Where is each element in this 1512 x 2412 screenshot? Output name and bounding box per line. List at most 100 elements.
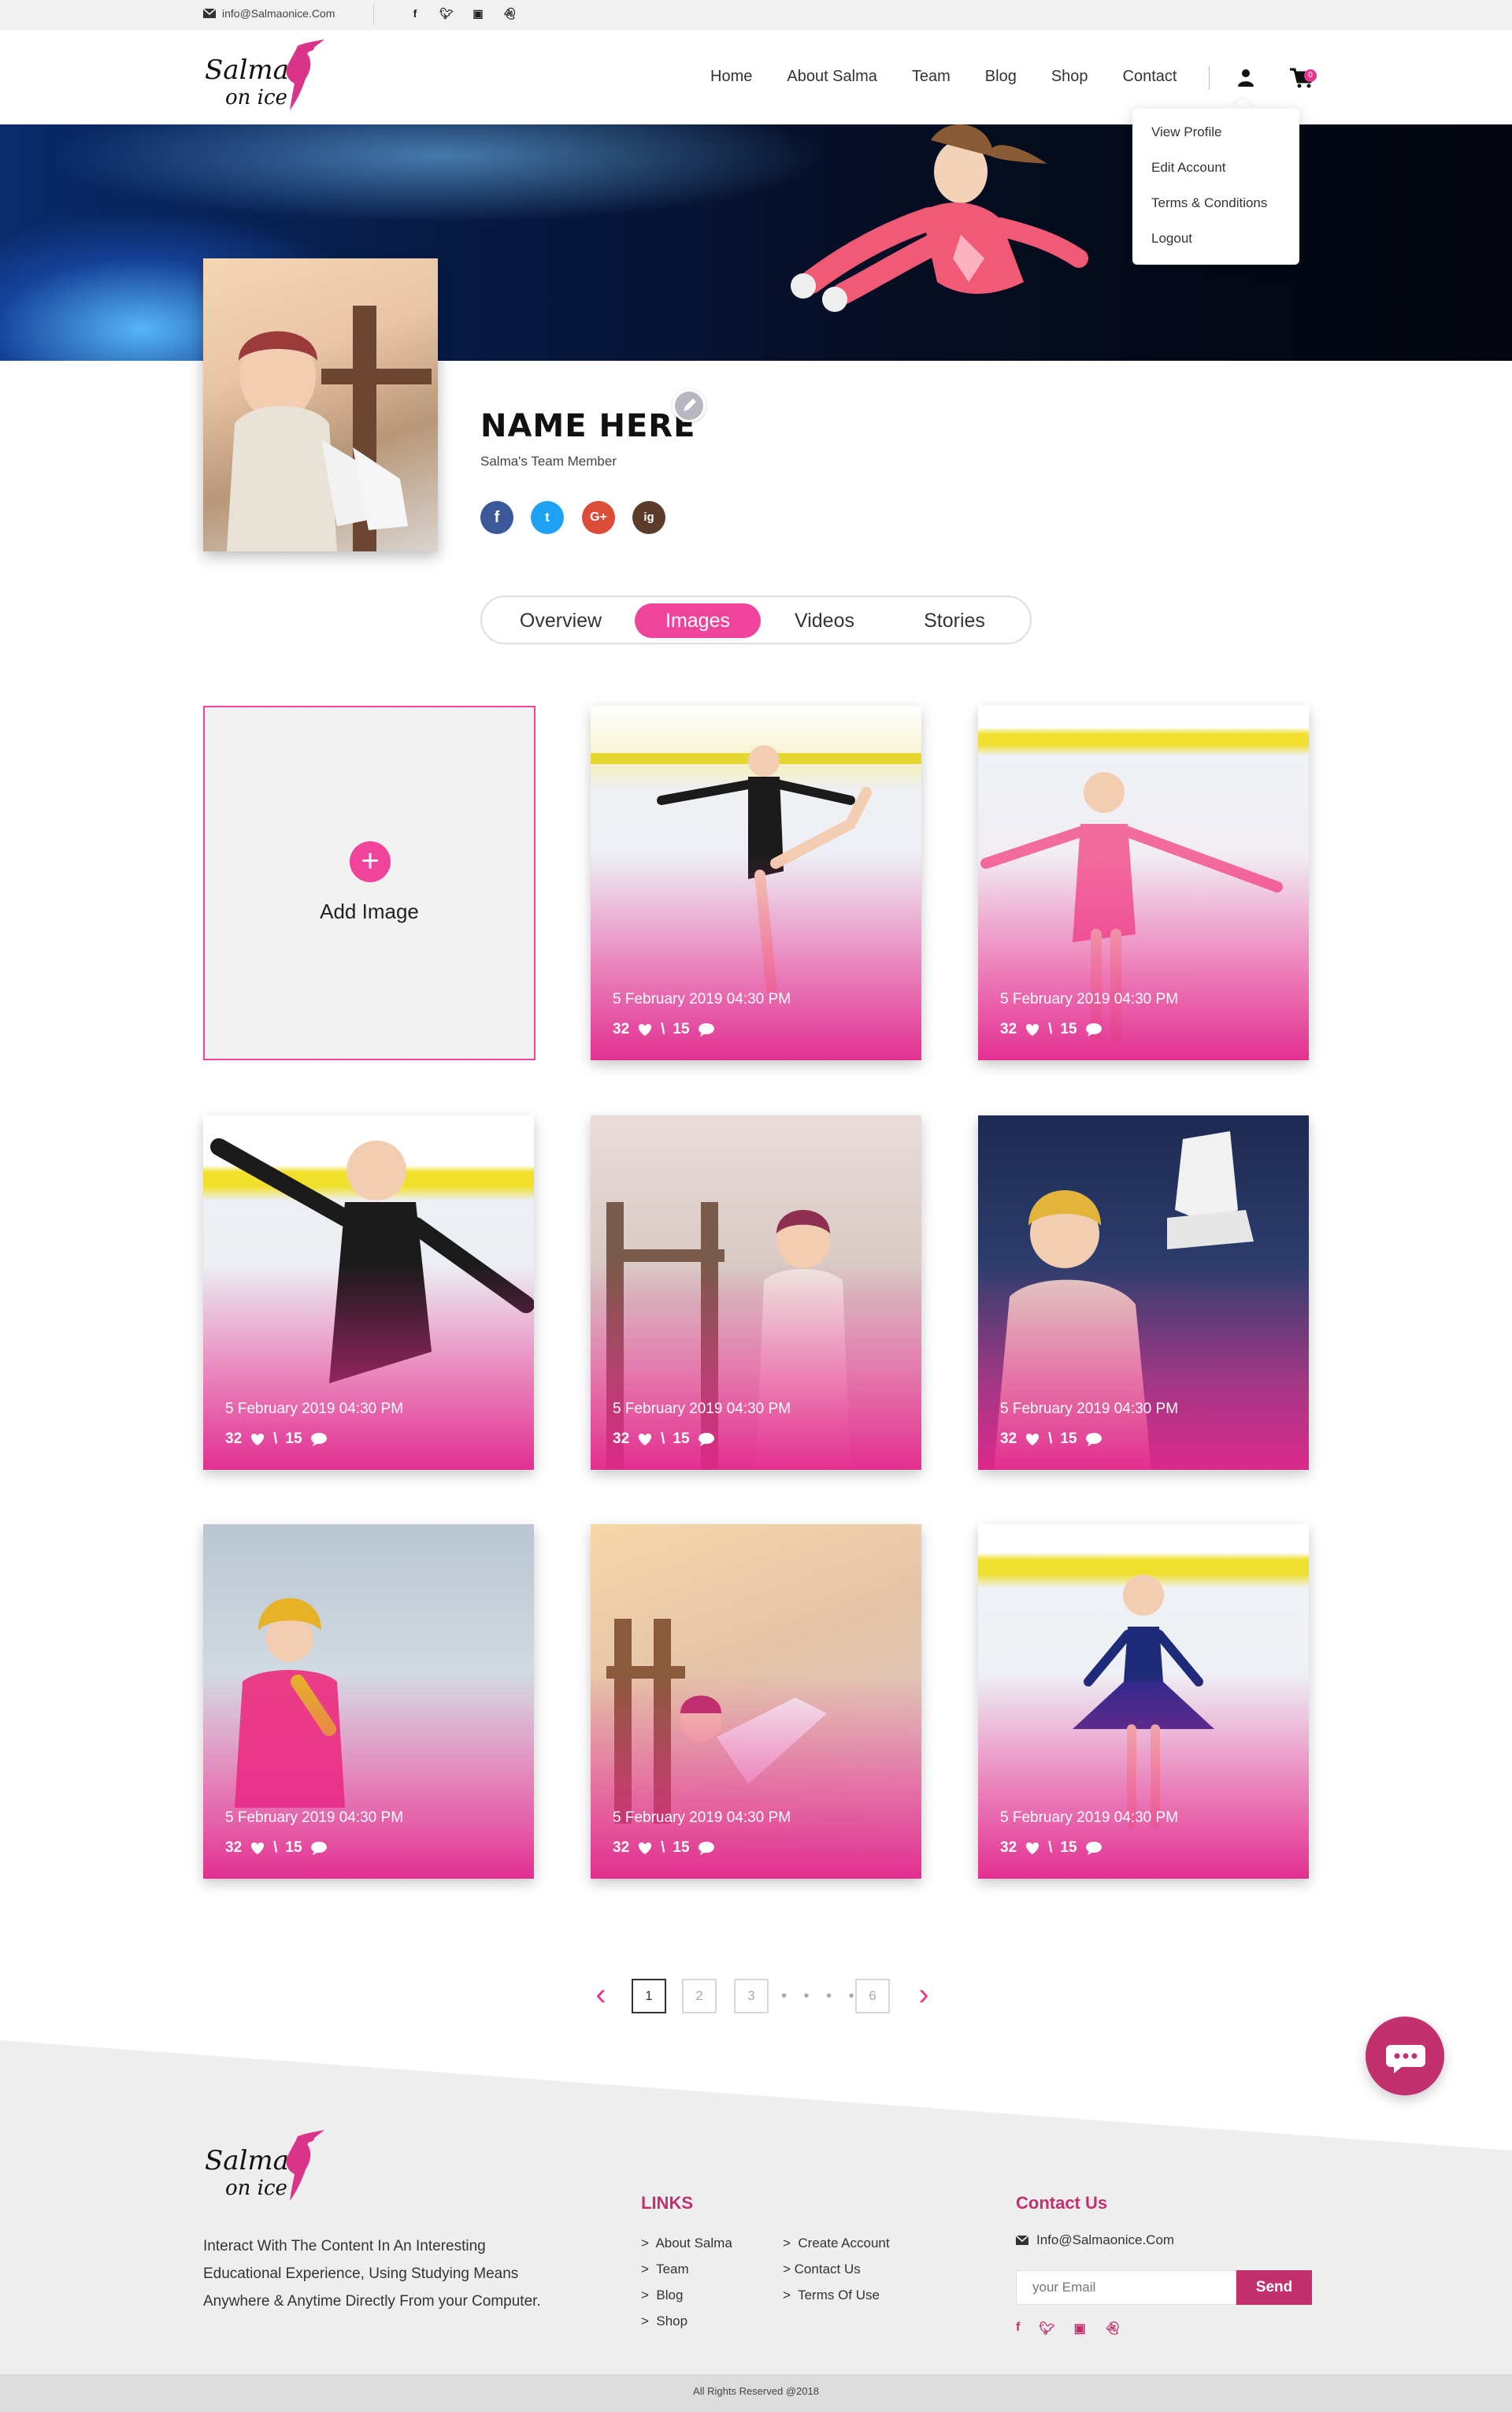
footer-contact-email[interactable]: Info@Salmaonice.Com: [1016, 2232, 1174, 2248]
card-stats: 32 \ 15: [1000, 1839, 1102, 1857]
comments-count: 15: [673, 1021, 690, 1037]
footer-link-about-salma[interactable]: > About Salma: [641, 2236, 732, 2251]
card-stats: 32 \ 15: [1000, 1021, 1102, 1038]
tab-images[interactable]: Images: [635, 603, 761, 638]
facebook-icon[interactable]: f: [1016, 2321, 1020, 2336]
profile-google-plus-icon[interactable]: G+: [582, 501, 615, 534]
footer-link-shop[interactable]: > Shop: [641, 2314, 687, 2329]
add-image-card[interactable]: + Add Image: [203, 706, 536, 1060]
comment-icon[interactable]: [1085, 1432, 1102, 1446]
page-button-6[interactable]: 6: [855, 1979, 890, 2013]
footer-link-create-account[interactable]: > Create Account: [783, 2236, 890, 2251]
comment-icon[interactable]: [310, 1432, 328, 1446]
profile-role: Salma's Team Member: [480, 454, 617, 469]
comments-count: 15: [285, 1839, 302, 1856]
gallery-card[interactable]: 5 February 2019 04:30 PM 32 \ 15: [978, 1115, 1309, 1470]
dropdown-logout[interactable]: Logout: [1151, 231, 1192, 247]
page-button-1[interactable]: 1: [632, 1979, 666, 2013]
nav-contact[interactable]: Contact: [1106, 68, 1195, 86]
twitter-icon[interactable]: 🐦︎: [1039, 2321, 1054, 2336]
instagram-icon[interactable]: ▣: [471, 7, 485, 20]
chat-button[interactable]: [1366, 2017, 1444, 2095]
heart-icon[interactable]: [250, 1432, 265, 1446]
footer-link-label: Blog: [656, 2288, 684, 2303]
card-date: 5 February 2019 04:30 PM: [613, 1401, 791, 1417]
footer-logo[interactable]: Salma on ice: [202, 2127, 332, 2206]
comment-icon[interactable]: [1085, 1841, 1102, 1855]
comment-icon[interactable]: [698, 1022, 715, 1037]
chevron-left-icon[interactable]: ‹: [589, 1979, 613, 2013]
heart-icon[interactable]: [250, 1841, 265, 1855]
tab-overview[interactable]: Overview: [490, 603, 632, 638]
chevron-right-icon[interactable]: ›: [912, 1979, 936, 2013]
edit-profile-button[interactable]: [673, 389, 706, 422]
footer-link-blog[interactable]: > Blog: [641, 2288, 683, 2303]
gallery-card[interactable]: 5 February 2019 04:30 PM 32 \ 15: [978, 1524, 1309, 1879]
nav-home[interactable]: Home: [693, 68, 769, 86]
nav-about-salma[interactable]: About Salma: [769, 68, 895, 86]
profile-facebook-icon[interactable]: f: [480, 501, 513, 534]
comment-icon[interactable]: [698, 1432, 715, 1446]
comments-count: 15: [1060, 1021, 1077, 1037]
gallery-card[interactable]: 5 February 2019 04:30 PM 32 \ 15: [978, 706, 1309, 1060]
twitter-icon[interactable]: 🐦︎: [439, 7, 454, 20]
card-stats: 32 \ 15: [225, 1431, 328, 1448]
dropdown-terms-conditions[interactable]: Terms & Conditions: [1151, 195, 1267, 211]
card-stats: 32 \ 15: [613, 1839, 715, 1857]
page-button-2[interactable]: 2: [682, 1979, 717, 2013]
profile-tabs: Overview Images Videos Stories: [480, 596, 1032, 644]
nav-blog[interactable]: Blog: [968, 68, 1034, 86]
page-button-3[interactable]: 3: [734, 1979, 769, 2013]
tab-stories[interactable]: Stories: [891, 603, 1017, 638]
likes-count: 32: [1000, 1431, 1017, 1447]
heart-icon[interactable]: [637, 1841, 653, 1855]
likes-count: 32: [613, 1431, 630, 1447]
topbar-email[interactable]: info@Salmaonice.Com: [203, 7, 335, 20]
site-logo[interactable]: Salma on ice: [202, 36, 332, 115]
instagram-icon[interactable]: ▣: [1074, 2321, 1086, 2336]
svg-text:on ice: on ice: [225, 86, 287, 109]
comment-icon[interactable]: [310, 1841, 328, 1855]
card-date: 5 February 2019 04:30 PM: [225, 1401, 404, 1417]
gallery-card[interactable]: 5 February 2019 04:30 PM 32 \ 15: [203, 1524, 534, 1879]
footer-link-terms-of-use[interactable]: > Terms Of Use: [783, 2288, 880, 2303]
comment-icon[interactable]: [1085, 1022, 1102, 1037]
footer-link-label: Contact Us: [794, 2262, 861, 2277]
heart-icon[interactable]: [637, 1432, 653, 1446]
card-stats: 32 \ 15: [613, 1021, 715, 1038]
facebook-icon[interactable]: f: [408, 7, 422, 20]
profile-twitter-icon[interactable]: t: [531, 501, 564, 534]
dropdown-edit-account[interactable]: Edit Account: [1151, 160, 1226, 176]
tab-videos[interactable]: Videos: [765, 603, 884, 638]
gallery-card[interactable]: 5 February 2019 04:30 PM 32 \ 15: [591, 706, 921, 1060]
snapchat-icon[interactable]: 👻︎: [1105, 2321, 1121, 2336]
gallery-card[interactable]: 5 February 2019 04:30 PM 32 \ 15: [591, 1524, 921, 1879]
mail-icon: [1016, 2236, 1028, 2245]
heart-icon[interactable]: [1025, 1432, 1040, 1446]
newsletter-email-input[interactable]: [1016, 2270, 1236, 2305]
heart-icon[interactable]: [637, 1022, 653, 1037]
stats-separator: \: [661, 1839, 665, 1856]
newsletter-send-button[interactable]: Send: [1236, 2270, 1312, 2305]
main-nav: Home About Salma Team Blog Shop Contact: [693, 68, 1194, 86]
profile-instagram-icon[interactable]: ig: [632, 501, 665, 534]
footer-link-label: Create Account: [798, 2236, 890, 2251]
footer-description: Interact With The Content In An Interest…: [203, 2238, 541, 2310]
footer-link-contact-us[interactable]: > Contact Us: [783, 2262, 861, 2277]
footer-logo-graphic: Salma on ice: [205, 2130, 324, 2201]
nav-shop[interactable]: Shop: [1034, 68, 1106, 86]
svg-text:Salma: Salma: [205, 54, 289, 86]
nav-team[interactable]: Team: [895, 68, 968, 86]
dropdown-view-profile[interactable]: View Profile: [1151, 124, 1221, 140]
gallery-card[interactable]: 5 February 2019 04:30 PM 32 \ 15: [203, 1115, 534, 1470]
heart-icon[interactable]: [1025, 1841, 1040, 1855]
snapchat-icon[interactable]: 👻︎: [502, 7, 517, 20]
topbar-divider: [373, 5, 374, 25]
comment-icon[interactable]: [698, 1841, 715, 1855]
heart-icon[interactable]: [1025, 1022, 1040, 1037]
user-icon[interactable]: [1236, 68, 1255, 87]
gallery-card[interactable]: 5 February 2019 04:30 PM 32 \ 15: [591, 1115, 921, 1470]
card-date: 5 February 2019 04:30 PM: [613, 1809, 791, 1826]
footer-link-team[interactable]: > Team: [641, 2262, 689, 2277]
stats-separator: \: [661, 1021, 665, 1037]
